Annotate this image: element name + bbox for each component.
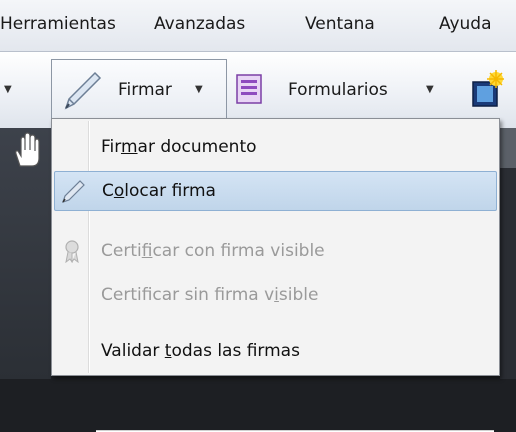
menu-item-certificar-con-firma-visible[interactable]: Certificar con firma visible <box>54 231 497 271</box>
hand-tool-icon[interactable] <box>12 132 42 168</box>
form-icon[interactable] <box>236 74 262 104</box>
menu-ayuda[interactable]: Ayuda <box>439 14 492 34</box>
chevron-down-icon: ▼ <box>195 84 203 95</box>
menu-herramientas[interactable]: Herramientas <box>0 14 116 34</box>
pen-icon <box>62 180 85 203</box>
formularios-label[interactable]: Formularios <box>288 80 388 100</box>
overflow-arrow-icon[interactable]: ▼ <box>4 84 12 95</box>
menu-avanzadas[interactable]: Avanzadas <box>154 14 245 34</box>
menu-item-colocar-firma[interactable]: Colocar firma <box>54 171 497 211</box>
media-icon[interactable] <box>470 70 504 108</box>
document-area-right <box>500 128 516 379</box>
menu-bar: Herramientas Avanzadas Ventana Ayuda <box>0 0 516 52</box>
formularios-dropdown-icon[interactable]: ▼ <box>426 84 434 95</box>
menu-item-firmar-documento[interactable]: Firmar documento <box>54 127 497 167</box>
firmar-button[interactable]: Firmar ▼ <box>51 59 227 119</box>
firmar-dropdown-menu: Firmar documento Colocar firma Certifica… <box>51 118 500 432</box>
pen-icon <box>64 71 102 110</box>
menu-item-certificar-sin-firma-visible[interactable]: Certificar sin firma visible <box>54 275 497 315</box>
firmar-label: Firmar <box>118 80 172 100</box>
menu-item-validar-todas-las-firmas[interactable]: Validar todas las firmas <box>54 331 497 371</box>
menu-ventana[interactable]: Ventana <box>305 14 375 34</box>
ribbon-icon <box>65 240 79 263</box>
